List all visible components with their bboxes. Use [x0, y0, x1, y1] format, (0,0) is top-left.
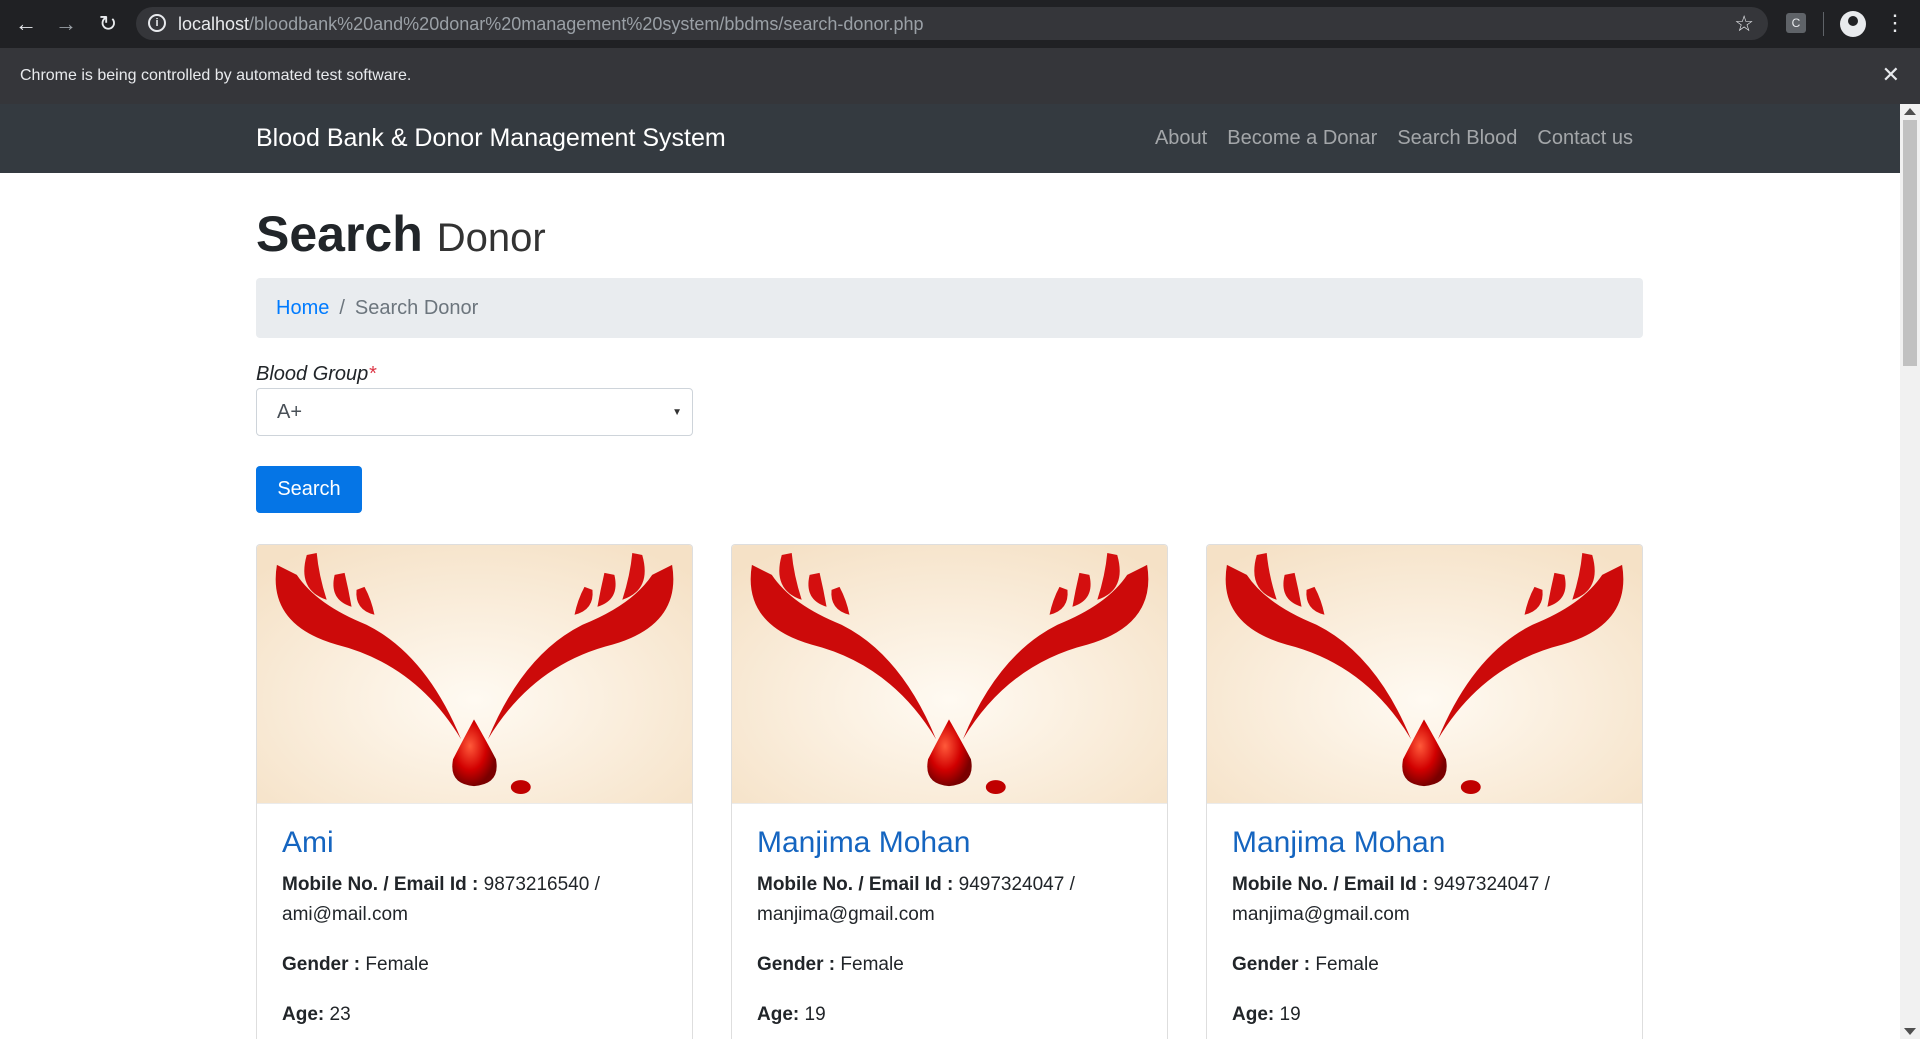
address-bar[interactable]: i localhost/bloodbank%20and%20donar%20ma…: [136, 7, 1768, 40]
url-text[interactable]: localhost/bloodbank%20and%20donar%20mana…: [178, 14, 924, 35]
donor-contact: Mobile No. / Email Id : 9873216540 / ami…: [282, 870, 667, 930]
donor-name[interactable]: Manjima Mohan: [1232, 826, 1617, 860]
site-brand[interactable]: Blood Bank & Donor Management System: [256, 124, 726, 153]
donor-gender: Gender : Female: [757, 950, 1142, 980]
blood-group-label: Blood Group*: [256, 363, 376, 386]
menu-kebab-icon[interactable]: ⋮: [1884, 10, 1906, 36]
age-label: Age:: [1232, 1004, 1275, 1025]
donor-age: Age: 19: [1232, 1000, 1617, 1030]
donor-mobile: 9873216540 /: [483, 874, 600, 895]
donor-gender-value: Female: [840, 954, 904, 975]
nav-links: About Become a Donar Search Blood Contac…: [1155, 127, 1633, 150]
donor-gender: Gender : Female: [282, 950, 667, 980]
search-button[interactable]: Search: [256, 466, 362, 513]
forward-icon[interactable]: →: [52, 10, 80, 38]
donor-card: Manjima Mohan Mobile No. / Email Id : 94…: [731, 544, 1168, 1039]
donor-email: ami@mail.com: [282, 904, 408, 925]
profile-avatar-icon[interactable]: [1840, 11, 1866, 37]
blood-donation-logo-image: [1207, 545, 1642, 804]
donor-card-body: Manjima Mohan Mobile No. / Email Id : 94…: [732, 804, 1167, 1039]
infobar-message: Chrome is being controlled by automated …: [20, 67, 412, 84]
blood-group-label-text: Blood Group: [256, 363, 369, 385]
scroll-down-arrow-icon[interactable]: [1904, 1028, 1916, 1035]
blood-group-selected-value: A+: [277, 400, 303, 423]
donor-age: Age: 19: [757, 1000, 1142, 1030]
donor-card-body: Manjima Mohan Mobile No. / Email Id : 94…: [1207, 804, 1642, 1039]
nav-link-search-blood[interactable]: Search Blood: [1397, 127, 1517, 150]
donor-contact: Mobile No. / Email Id : 9497324047 / man…: [1232, 870, 1617, 930]
donor-gender-value: Female: [1315, 954, 1379, 975]
breadcrumb: Home / Search Donor: [256, 278, 1643, 338]
page-title-sub: Donor: [436, 216, 546, 260]
site-navbar: Blood Bank & Donor Management System Abo…: [0, 104, 1900, 173]
back-icon[interactable]: ←: [12, 10, 40, 38]
contact-label: Mobile No. / Email Id :: [1232, 874, 1429, 895]
breadcrumb-home-link[interactable]: Home: [276, 297, 329, 320]
close-icon[interactable]: ✕: [1882, 62, 1900, 88]
donor-email: manjima@gmail.com: [1232, 904, 1410, 925]
reload-icon[interactable]: ↻: [94, 10, 122, 38]
donor-card: Manjima Mohan Mobile No. / Email Id : 94…: [1206, 544, 1643, 1039]
donor-card-body: Ami Mobile No. / Email Id : 9873216540 /…: [257, 804, 692, 1039]
automation-infobar: Chrome is being controlled by automated …: [0, 47, 1920, 104]
gender-label: Gender :: [282, 954, 361, 975]
breadcrumb-separator: /: [339, 296, 345, 319]
donor-card: Ami Mobile No. / Email Id : 9873216540 /…: [256, 544, 693, 1039]
donor-contact: Mobile No. / Email Id : 9497324047 / man…: [757, 870, 1142, 930]
contact-label: Mobile No. / Email Id :: [282, 874, 479, 895]
extension-icon[interactable]: C: [1786, 13, 1806, 33]
blood-donation-logo-image: [257, 545, 692, 804]
chevron-down-icon: ▼: [672, 407, 682, 418]
contact-label: Mobile No. / Email Id :: [757, 874, 954, 895]
donor-age-value: 19: [804, 1004, 826, 1025]
donor-mobile: 9497324047 /: [1433, 874, 1550, 895]
donor-gender: Gender : Female: [1232, 950, 1617, 980]
donor-name[interactable]: Ami: [282, 826, 667, 860]
blood-group-select[interactable]: A+ ▼: [256, 388, 693, 436]
scroll-thumb[interactable]: [1903, 120, 1917, 366]
toolbar-divider: [1823, 12, 1824, 36]
age-label: Age:: [757, 1004, 800, 1025]
gender-label: Gender :: [1232, 954, 1311, 975]
donor-email: manjima@gmail.com: [757, 904, 935, 925]
nav-link-become-donor[interactable]: Become a Donar: [1227, 127, 1377, 150]
page-scrollbar[interactable]: [1900, 104, 1920, 1039]
bookmark-star-icon[interactable]: ☆: [1734, 11, 1754, 37]
nav-link-contact[interactable]: Contact us: [1537, 127, 1633, 150]
breadcrumb-current: Search Donor: [354, 296, 479, 319]
donor-gender-value: Female: [365, 954, 429, 975]
donor-age: Age: 23: [282, 1000, 667, 1030]
info-icon[interactable]: i: [148, 14, 166, 32]
donor-age-value: 19: [1279, 1004, 1301, 1025]
age-label: Age:: [282, 1004, 325, 1025]
page-title-main: Search: [256, 206, 423, 262]
nav-link-about[interactable]: About: [1155, 127, 1207, 150]
donor-mobile: 9497324047 /: [958, 874, 1075, 895]
browser-toolbar: ← → ↻ i localhost/bloodbank%20and%20dona…: [0, 0, 1920, 47]
donor-age-value: 23: [329, 1004, 351, 1025]
required-marker: *: [368, 363, 377, 385]
page-title: Search Donor: [256, 205, 546, 263]
blood-donation-logo-image: [732, 545, 1167, 804]
donor-name[interactable]: Manjima Mohan: [757, 826, 1142, 860]
scroll-up-arrow-icon[interactable]: [1904, 108, 1916, 115]
gender-label: Gender :: [757, 954, 836, 975]
